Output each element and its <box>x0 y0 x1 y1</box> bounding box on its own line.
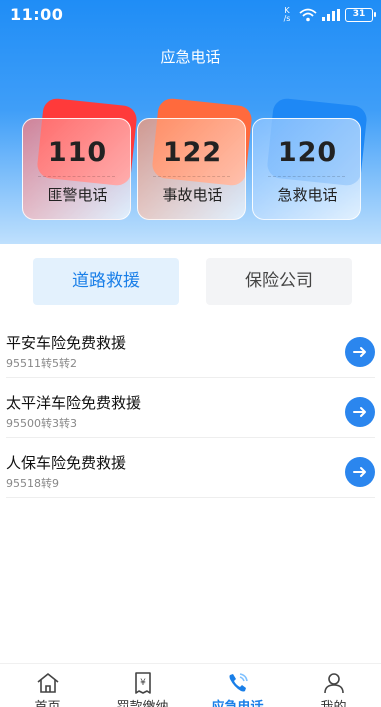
arrow-right-icon <box>353 407 366 417</box>
divider <box>268 176 345 177</box>
card-face: 122 事故电话 <box>137 118 246 220</box>
bottom-tab-bar: 首页 ¥ 罚款缴纳 应急电话 我的 <box>0 663 381 707</box>
list-item-phone: 95511转5转2 <box>6 357 77 370</box>
tab-emergency-phone[interactable]: 应急电话 <box>190 664 285 707</box>
tab-label: 我的 <box>286 696 381 707</box>
list-item[interactable]: 太平洋车险免费救援 95500转3转3 <box>6 378 375 438</box>
phone-icon <box>229 673 248 692</box>
receipt-icon: ¥ <box>135 672 151 694</box>
card-face: 110 匪警电话 <box>22 118 131 220</box>
list-item[interactable]: 平安车险免费救援 95511转5转2 <box>6 318 375 378</box>
header: 11:00 K /s 31 应急电话 110 匪警电话 122 事故电话 120… <box>0 0 381 244</box>
hotline-number: 122 <box>162 137 223 168</box>
net-speed: K /s <box>280 7 294 23</box>
call-arrow-button[interactable] <box>345 337 375 367</box>
list-item-phone: 95500转3转3 <box>6 417 77 430</box>
hotline-label: 急救电话 <box>277 186 338 204</box>
divider <box>153 176 230 177</box>
card-face: 120 急救电话 <box>252 118 361 220</box>
tab-label: 首页 <box>0 696 95 707</box>
status-bar: 11:00 K /s 31 <box>0 0 381 30</box>
page: 11:00 K /s 31 应急电话 110 匪警电话 122 事故电话 120… <box>0 0 381 707</box>
call-arrow-button[interactable] <box>345 397 375 427</box>
tab-label: 应急电话 <box>190 696 285 707</box>
net-speed-bottom: /s <box>283 14 291 23</box>
list-item-title: 平安车险免费救援 <box>6 334 127 352</box>
hotline-number: 120 <box>277 137 338 168</box>
signal-icon <box>322 9 340 21</box>
hotline-label: 匪警电话 <box>47 186 108 204</box>
tab-home[interactable]: 首页 <box>0 664 95 707</box>
list-item-title: 人保车险免费救援 <box>6 454 127 472</box>
home-icon <box>37 673 59 693</box>
hotline-number: 110 <box>47 137 108 168</box>
hotline-card-122[interactable]: 122 事故电话 <box>137 97 253 220</box>
user-icon <box>324 673 344 694</box>
tab-road-rescue[interactable]: 道路救援 <box>33 258 179 305</box>
rescue-list: 平安车险免费救援 95511转5转2 太平洋车险免费救援 95500转3转3 人… <box>0 318 381 498</box>
tab-fine-payment[interactable]: ¥ 罚款缴纳 <box>95 664 190 707</box>
hotline-card-110[interactable]: 110 匪警电话 <box>22 97 138 220</box>
hotline-label: 事故电话 <box>162 186 223 204</box>
call-arrow-button[interactable] <box>345 457 375 487</box>
battery-icon: 31 <box>345 8 376 22</box>
list-item[interactable]: 人保车险免费救援 95518转9 <box>6 438 375 498</box>
status-time: 11:00 <box>10 5 64 24</box>
tab-insurance-company[interactable]: 保险公司 <box>206 258 352 305</box>
page-title: 应急电话 <box>160 48 221 66</box>
divider <box>38 176 115 177</box>
yuan-glyph: ¥ <box>140 678 146 688</box>
tab-label: 罚款缴纳 <box>95 696 190 707</box>
wifi-icon <box>299 8 317 22</box>
tab-mine[interactable]: 我的 <box>286 664 381 707</box>
arrow-right-icon <box>353 347 366 357</box>
list-item-phone: 95518转9 <box>6 477 59 490</box>
list-item-title: 太平洋车险免费救援 <box>6 394 142 412</box>
arrow-right-icon <box>353 467 366 477</box>
status-icons: K /s 31 <box>280 7 376 23</box>
hotline-card-120[interactable]: 120 急救电话 <box>252 97 368 220</box>
